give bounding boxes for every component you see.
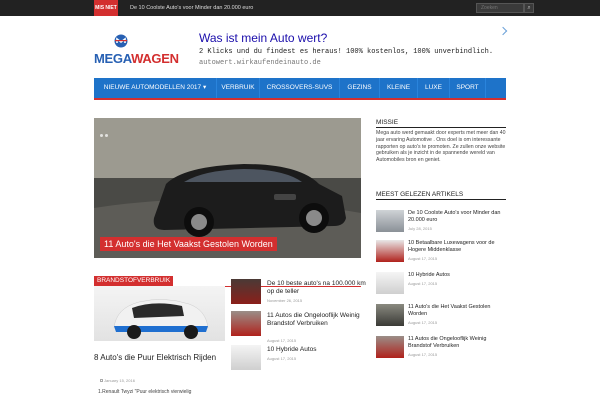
main-post-image[interactable] bbox=[94, 286, 225, 341]
popular-title: MEEST GELEZEN ARTIKELS bbox=[376, 191, 464, 198]
post-date: November 26, 2015 bbox=[267, 298, 303, 303]
popular-thumbnail[interactable] bbox=[376, 240, 404, 262]
site-logo[interactable]: MEGAWAGEN bbox=[94, 34, 184, 70]
popular-item-date: August 17, 2015 bbox=[408, 352, 438, 357]
mis-niet-badge: MIS NIET bbox=[94, 0, 118, 16]
nav-item-crossovers-suvs[interactable]: CROSSOVERS-SUVS bbox=[260, 78, 340, 98]
main-post-date: January 15, 2016 bbox=[100, 378, 135, 383]
post-date: August 17, 2015 bbox=[267, 338, 297, 343]
post-title[interactable]: De 10 beste auto's na 100.000 km op de t… bbox=[267, 280, 367, 296]
search-input[interactable] bbox=[476, 3, 524, 13]
section-title-brandstofverbruik[interactable]: BRANDSTOFVERBRUIK bbox=[94, 276, 174, 286]
popular-thumbnail[interactable] bbox=[376, 304, 404, 326]
main-post-date-text: January 15, 2016 bbox=[104, 378, 135, 383]
nav-item-verbruik[interactable]: VERBRUIK bbox=[217, 78, 260, 98]
slider-caption[interactable]: 11 Auto's die Het Vaakst Gestolen Worden bbox=[100, 237, 277, 251]
popular-item-title[interactable]: 10 Hybride Autos bbox=[408, 272, 504, 279]
logo-text-mega: MEGA bbox=[94, 51, 132, 66]
list-item[interactable]: De 10 beste auto's na 100.000 km op de t… bbox=[231, 279, 366, 309]
popular-item-date: August 17, 2015 bbox=[408, 281, 438, 286]
popular-item-title[interactable]: 11 Autos die Ongelooflijk Weinig Brandst… bbox=[408, 336, 504, 350]
main-post-title[interactable]: 8 Auto's die Puur Elektrisch Rijden bbox=[94, 352, 227, 363]
popular-item-title[interactable]: 10 Betaalbare Luxewagens voor de Hogere … bbox=[408, 240, 504, 254]
main-nav: NIEUWE AUTOMODELLEN 2017 ▾ VERBRUIK CROS… bbox=[94, 78, 506, 100]
post-title[interactable]: 11 Autos die Ongelooflijk Weinig Brandst… bbox=[267, 312, 367, 328]
clock-icon bbox=[100, 379, 103, 382]
list-item[interactable]: 11 Autos die Ongelooflijk Weinig Brandst… bbox=[231, 311, 361, 343]
search-icon[interactable]: ⌕ bbox=[524, 3, 534, 13]
nav-item-kleine[interactable]: KLEINE bbox=[380, 78, 418, 98]
popular-item-date: August 17, 2015 bbox=[408, 320, 438, 325]
logo-text: MEGAWAGEN bbox=[94, 51, 179, 66]
popular-item-title[interactable]: De 10 Coolste Auto's voor Minder dan 20.… bbox=[408, 210, 504, 224]
electric-car-image bbox=[113, 299, 209, 339]
missie-divider bbox=[376, 127, 506, 128]
popular-item-date: July 28, 2015 bbox=[408, 226, 432, 231]
ad-banner[interactable]: Was ist mein Auto wert? 2 Klicks und du … bbox=[193, 26, 505, 74]
post-thumbnail[interactable] bbox=[231, 345, 261, 370]
list-item[interactable]: 10 Hybride Autos August 17, 2015 bbox=[231, 345, 361, 375]
slider-dots[interactable] bbox=[100, 124, 110, 142]
featured-slider[interactable]: 11 Auto's die Het Vaakst Gestolen Worden bbox=[94, 118, 361, 258]
popular-divider bbox=[376, 199, 506, 200]
post-thumbnail[interactable] bbox=[231, 311, 261, 336]
logo-text-wagen: WAGEN bbox=[131, 51, 179, 66]
missie-title: MISSIE bbox=[376, 119, 399, 126]
popular-item-date: August 17, 2015 bbox=[408, 256, 438, 261]
ad-title[interactable]: Was ist mein Auto wert? bbox=[199, 31, 327, 45]
popular-item[interactable]: 11 Autos die Ongelooflijk Weinig Brandst… bbox=[376, 336, 506, 362]
ad-url[interactable]: autowert.wirkaufendeinauto.de bbox=[199, 59, 321, 67]
nav-item-gezins[interactable]: GEZINS bbox=[340, 78, 380, 98]
main-post-excerpt: 1.Renault Twyzi "Puur elektrisch vierwie… bbox=[98, 389, 192, 395]
post-thumbnail[interactable] bbox=[231, 279, 261, 304]
ticker-link[interactable]: De 10 Coolste Auto's voor Minder dan 20.… bbox=[130, 0, 253, 16]
nav-item-luxe[interactable]: LUXE bbox=[418, 78, 450, 98]
ad-description: 2 Klicks und du findest es heraus! 100% … bbox=[199, 48, 494, 56]
post-date: August 17, 2015 bbox=[267, 356, 297, 361]
post-title[interactable]: 10 Hybride Autos bbox=[267, 346, 367, 354]
popular-item[interactable]: De 10 Coolste Auto's voor Minder dan 20.… bbox=[376, 210, 506, 236]
missie-text: Mega auto werd gemaakt door experts met … bbox=[376, 130, 506, 164]
logo-mark-icon bbox=[114, 34, 128, 48]
popular-thumbnail[interactable] bbox=[376, 210, 404, 232]
popular-item[interactable]: 10 Hybride Autos August 17, 2015 bbox=[376, 272, 506, 298]
popular-item[interactable]: 11 Auto's die Het Vaakst Gestolen Worden… bbox=[376, 304, 506, 330]
nav-item-nieuwe-automodellen[interactable]: NIEUWE AUTOMODELLEN 2017 ▾ bbox=[94, 78, 217, 98]
popular-thumbnail[interactable] bbox=[376, 336, 404, 358]
popular-item-title[interactable]: 11 Auto's die Het Vaakst Gestolen Worden bbox=[408, 304, 504, 318]
popular-thumbnail[interactable] bbox=[376, 272, 404, 294]
nav-item-sport[interactable]: SPORT bbox=[450, 78, 486, 98]
popular-item[interactable]: 10 Betaalbare Luxewagens voor de Hogere … bbox=[376, 240, 506, 266]
